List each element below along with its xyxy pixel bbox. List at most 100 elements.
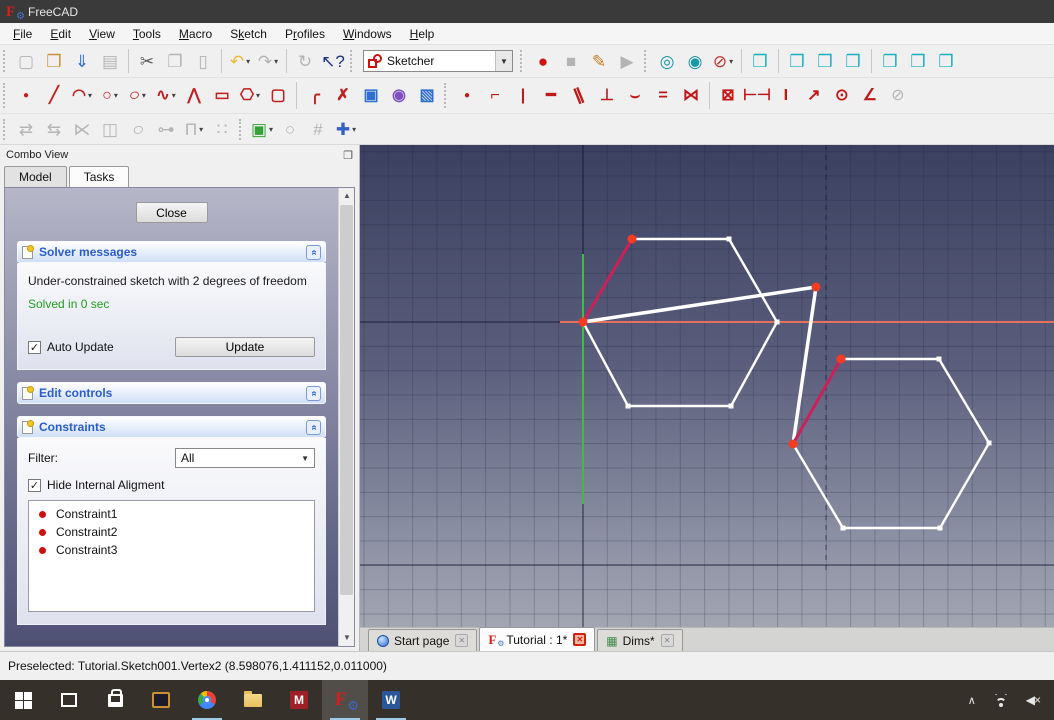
sketch-point-highlighted[interactable] bbox=[837, 355, 846, 364]
sketch-vertex[interactable] bbox=[729, 404, 734, 409]
sketch-point-highlighted[interactable] bbox=[628, 235, 637, 244]
toolbar-handle[interactable] bbox=[3, 119, 9, 140]
view-front-button[interactable]: ❒ bbox=[784, 48, 810, 74]
constrain-horizontal-distance-button[interactable]: ⊢⊣ bbox=[743, 83, 771, 109]
freecad-taskbar-button[interactable]: F⚙ bbox=[322, 680, 368, 720]
auto-update-checkbox[interactable]: ✓ bbox=[28, 341, 41, 354]
constrain-horizontal-button[interactable]: ━ bbox=[538, 83, 564, 109]
menu-edit[interactable]: Edit bbox=[41, 25, 80, 43]
create-line-button[interactable]: ╱ bbox=[41, 83, 67, 109]
toolbar-handle[interactable] bbox=[239, 119, 245, 140]
menu-macro[interactable]: Macro bbox=[170, 25, 221, 43]
view-left-button[interactable]: ❒ bbox=[933, 48, 959, 74]
close-start-page-button[interactable]: ✕ bbox=[455, 634, 468, 647]
constraint-item[interactable]: Constraint3 bbox=[29, 541, 314, 559]
create-fillet-button[interactable]: ╭ bbox=[302, 83, 328, 109]
menu-sketch[interactable]: Sketch bbox=[221, 25, 276, 43]
select-associated-elements-dropdown[interactable]: ▾ bbox=[269, 125, 273, 134]
sketch-edge[interactable] bbox=[939, 359, 989, 443]
constraints-header[interactable]: Constraints « bbox=[17, 416, 326, 438]
sketch-line[interactable] bbox=[583, 287, 816, 322]
task-view-button[interactable] bbox=[46, 680, 92, 720]
sketch-vertex[interactable] bbox=[937, 357, 942, 362]
draw-style-button[interactable]: ⊘▾ bbox=[710, 48, 736, 74]
sketch-point-highlighted[interactable] bbox=[789, 440, 798, 449]
macro-record-button[interactable]: ● bbox=[530, 48, 556, 74]
view-bottom-button[interactable]: ❒ bbox=[905, 48, 931, 74]
tray-expand-icon[interactable]: ∧ bbox=[968, 694, 976, 707]
constrain-equal-button[interactable]: = bbox=[650, 83, 676, 109]
sketch-edge[interactable] bbox=[731, 322, 777, 406]
tab-tasks[interactable]: Tasks bbox=[69, 166, 130, 188]
redo-dropdown[interactable]: ▾ bbox=[274, 57, 278, 66]
layers-button[interactable]: ✚▾ bbox=[333, 116, 359, 142]
constraints-filter-select[interactable]: All ▼ bbox=[175, 448, 315, 468]
constrain-lock-button[interactable]: ⊠ bbox=[715, 83, 741, 109]
sketch-point-highlighted[interactable] bbox=[812, 283, 821, 292]
workbench-selector-dropdown[interactable]: ▼ bbox=[495, 51, 512, 71]
toolbar-handle[interactable] bbox=[520, 50, 526, 72]
cut-button[interactable]: ✂ bbox=[134, 48, 160, 74]
collapse-solver-button[interactable]: « bbox=[306, 245, 321, 260]
layers-dropdown[interactable]: ▾ bbox=[352, 125, 356, 134]
select-associated-elements-button[interactable]: ▣▾ bbox=[249, 116, 275, 142]
edit-controls-header[interactable]: Edit controls « bbox=[17, 382, 326, 404]
sketch-canvas[interactable] bbox=[360, 145, 1054, 627]
close-button[interactable]: Close bbox=[136, 202, 208, 223]
toolbar-handle[interactable] bbox=[644, 50, 650, 72]
view-isometric-button[interactable]: ❒ bbox=[747, 48, 773, 74]
menu-view[interactable]: View bbox=[80, 25, 124, 43]
constraint-item[interactable]: Constraint2 bbox=[29, 523, 314, 541]
create-bspline-button[interactable]: ∿▾ bbox=[153, 83, 179, 109]
collapse-constraints-button[interactable]: « bbox=[306, 420, 321, 435]
create-circle-button[interactable]: ○▾ bbox=[97, 83, 123, 109]
sketch-point-highlighted[interactable] bbox=[579, 318, 588, 327]
3d-viewport[interactable] bbox=[360, 145, 1054, 627]
menu-profiles[interactable]: Profiles bbox=[276, 25, 334, 43]
sketch-vertex[interactable] bbox=[626, 404, 631, 409]
toolbar-handle[interactable] bbox=[350, 50, 356, 72]
constraint-item[interactable]: Constraint1 bbox=[29, 505, 314, 523]
create-arc-dropdown[interactable]: ▾ bbox=[88, 91, 92, 100]
sketch-edge[interactable] bbox=[793, 444, 843, 528]
constrain-symmetric-button[interactable]: ⋈ bbox=[678, 83, 704, 109]
sketch-edge[interactable] bbox=[940, 443, 989, 528]
tab-dims[interactable]: ▦ Dims* ✕ bbox=[597, 629, 682, 651]
create-polygon-button[interactable]: ⎔▾ bbox=[237, 83, 263, 109]
sketch-vertex[interactable] bbox=[841, 526, 846, 531]
toolbar-handle[interactable] bbox=[444, 83, 450, 108]
hide-internal-alignment-checkbox[interactable]: ✓ bbox=[28, 479, 41, 492]
menu-help[interactable]: Help bbox=[401, 25, 444, 43]
store-button[interactable] bbox=[92, 680, 138, 720]
macro-edit-button[interactable]: ✎ bbox=[586, 48, 612, 74]
m-app-button[interactable]: M bbox=[276, 680, 322, 720]
constrain-vertical-distance-button[interactable]: I bbox=[773, 83, 799, 109]
tab-tutorial[interactable]: F⚙ Tutorial : 1* ✕ bbox=[479, 627, 595, 651]
toolbar-handle[interactable] bbox=[3, 83, 9, 108]
sketch-vertex[interactable] bbox=[938, 526, 943, 531]
create-arc-button[interactable]: ◠▾ bbox=[69, 83, 95, 109]
start-button[interactable] bbox=[0, 680, 46, 720]
create-rectangle-button[interactable]: ▭ bbox=[209, 83, 235, 109]
view-rear-button[interactable]: ❒ bbox=[877, 48, 903, 74]
task-panel-scrollbar[interactable]: ▲ ▼ bbox=[338, 188, 354, 646]
toolbar-handle[interactable] bbox=[3, 50, 9, 72]
sketch-line[interactable] bbox=[793, 287, 816, 444]
constrain-angle-button[interactable]: ∠ bbox=[857, 83, 883, 109]
constrain-parallel-button[interactable]: ∥ bbox=[566, 83, 592, 109]
draw-style-dropdown[interactable]: ▾ bbox=[729, 57, 733, 66]
create-slot-button[interactable]: ▢ bbox=[265, 83, 291, 109]
constrain-tangent-button[interactable]: ⌣ bbox=[622, 83, 648, 109]
sketch-vertex[interactable] bbox=[987, 441, 992, 446]
scrollbar-thumb[interactable] bbox=[340, 205, 353, 595]
file-explorer-button[interactable] bbox=[230, 680, 276, 720]
tab-start-page[interactable]: Start page ✕ bbox=[368, 629, 477, 651]
create-polygon-dropdown[interactable]: ▾ bbox=[256, 91, 260, 100]
create-polyline-button[interactable]: ⋀ bbox=[181, 83, 207, 109]
open-file-button[interactable]: ❒ bbox=[41, 48, 67, 74]
undo-button[interactable]: ↶▾ bbox=[227, 48, 253, 74]
update-button[interactable]: Update bbox=[175, 337, 315, 357]
clone-dropdown[interactable]: ▾ bbox=[199, 125, 203, 134]
sketch-edge[interactable] bbox=[583, 322, 628, 406]
close-dims-button[interactable]: ✕ bbox=[661, 634, 674, 647]
